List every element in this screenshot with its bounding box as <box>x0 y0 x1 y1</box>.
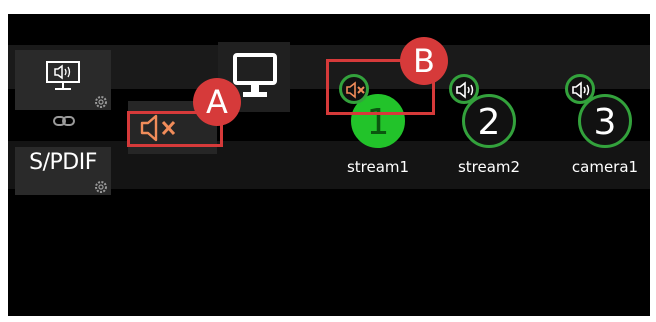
link-icon[interactable] <box>53 113 75 132</box>
gear-icon[interactable] <box>93 179 109 195</box>
spdif-label: S/PDIF <box>29 150 97 175</box>
stream-2-number: 2 <box>477 102 501 143</box>
stream-3-number: 3 <box>593 102 617 143</box>
monitor-speaker-icon <box>45 60 81 96</box>
stream-1-label: stream1 <box>346 158 410 176</box>
annotation-b-badge: B <box>400 37 448 85</box>
annotation-a-badge: A <box>193 78 241 126</box>
stream-3-audio-toggle[interactable] <box>565 74 595 104</box>
stream-2-label: stream2 <box>457 158 521 176</box>
gear-icon[interactable] <box>93 94 109 110</box>
audio-mixer-panel: S/PDIF 1 stream1 2 stream2 3 camera1 A B <box>8 14 650 316</box>
stream-2-audio-toggle[interactable] <box>449 74 479 104</box>
hdmi-audio-source-tile[interactable] <box>15 50 111 110</box>
stream-3-label: camera1 <box>571 158 639 176</box>
